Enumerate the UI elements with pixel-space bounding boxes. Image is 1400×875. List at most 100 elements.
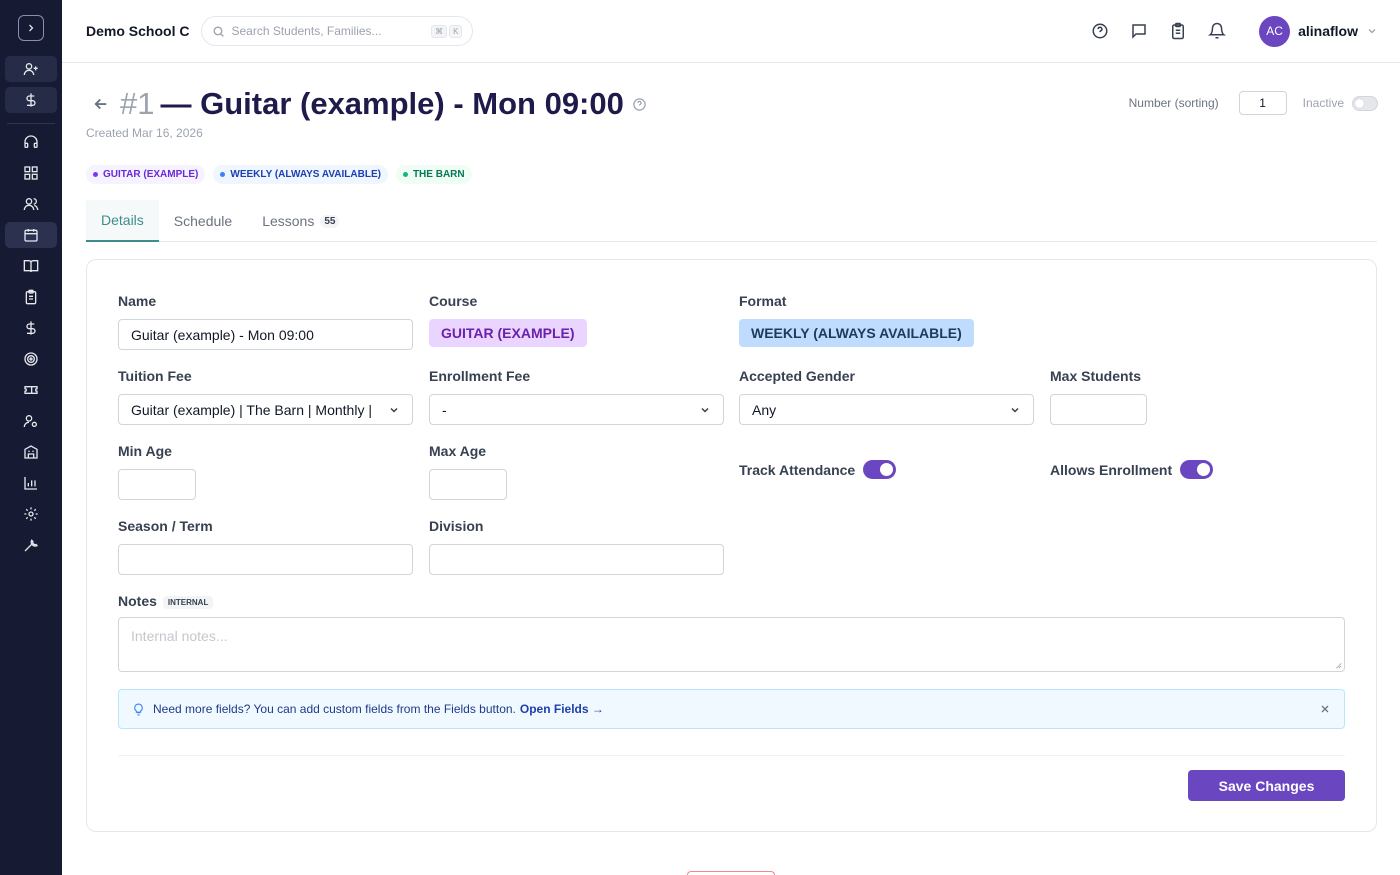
inactive-toggle[interactable] xyxy=(1352,95,1378,111)
max-age-label: Max Age xyxy=(429,443,487,459)
tag-list: GUITAR (EXAMPLE) WEEKLY (ALWAYS AVAILABL… xyxy=(86,165,472,184)
sort-number-input[interactable]: 1 xyxy=(1238,91,1287,115)
location-tag[interactable]: THE BARN xyxy=(395,165,472,184)
accepted-gender-label: Accepted Gender xyxy=(739,368,855,384)
avatar: AC xyxy=(1259,15,1291,47)
lightbulb-icon xyxy=(132,703,145,716)
shortcut-key-cmd: ⌘ xyxy=(431,24,448,38)
chevron-right-icon xyxy=(29,24,34,32)
clipboard-icon[interactable] xyxy=(1169,22,1187,40)
notes-label: Notes INTERNAL xyxy=(118,593,1345,609)
tuition-fee-select[interactable]: Guitar (example) | The Barn | Monthly | xyxy=(118,394,413,425)
school-name: Demo School C xyxy=(86,23,190,39)
dollar-icon xyxy=(26,321,36,335)
tab-schedule[interactable]: Schedule xyxy=(159,200,247,242)
sidebar-item-courses[interactable] xyxy=(5,253,57,279)
sidebar-item-add-student[interactable] xyxy=(5,56,57,82)
bar-chart-icon xyxy=(24,477,37,490)
chevron-down-icon xyxy=(388,404,400,416)
max-students-input[interactable] xyxy=(1050,394,1147,425)
expand-sidebar-button[interactable] xyxy=(18,15,44,41)
user-plus-icon xyxy=(23,62,38,76)
user-name: alinaflow xyxy=(1298,23,1358,39)
bell-icon[interactable] xyxy=(1208,22,1227,40)
back-arrow-icon[interactable] xyxy=(92,95,110,113)
wrench-icon xyxy=(24,539,39,552)
chevron-down-icon xyxy=(1009,404,1021,416)
format-label: Format xyxy=(739,293,787,309)
details-card: Name Guitar (example) - Mon 09:00 Course… xyxy=(86,259,1377,832)
calendar-icon xyxy=(24,229,38,242)
help-icon[interactable] xyxy=(1091,22,1109,40)
grid-icon xyxy=(24,166,38,180)
min-age-input[interactable] xyxy=(118,469,196,500)
sidebar-item-calendar[interactable] xyxy=(5,222,57,248)
page-title: #1 — Guitar (example) - Mon 09:00 xyxy=(120,86,647,122)
delete-button[interactable] xyxy=(687,871,775,875)
user-menu[interactable]: AC alinaflow xyxy=(1259,15,1378,47)
chevron-down-icon xyxy=(699,404,711,416)
tab-lessons[interactable]: Lessons 55 xyxy=(247,200,354,242)
format-tag[interactable]: WEEKLY (ALWAYS AVAILABLE) xyxy=(213,165,388,184)
enrollment-fee-select[interactable]: - xyxy=(429,394,724,425)
dollar-icon xyxy=(26,93,36,107)
close-icon[interactable] xyxy=(1319,703,1331,715)
sidebar-item-tasks[interactable] xyxy=(5,284,57,310)
resize-handle-icon[interactable] xyxy=(1334,661,1342,669)
sidebar-item-locations[interactable] xyxy=(5,439,57,465)
name-label: Name xyxy=(118,293,157,309)
divider xyxy=(118,755,1345,756)
clipboard-icon xyxy=(25,289,37,305)
sidebar-divider xyxy=(7,123,55,124)
season-term-input[interactable] xyxy=(118,544,413,575)
save-button[interactable]: Save Changes xyxy=(1188,770,1345,801)
created-date: Created Mar 16, 2026 xyxy=(86,126,203,140)
search-input[interactable]: Search Students, Families... ⌘ K xyxy=(201,16,474,46)
sidebar-item-reports[interactable] xyxy=(5,470,57,496)
top-bar: Demo School C Search Students, Families.… xyxy=(62,0,1400,63)
messages-icon[interactable] xyxy=(1130,22,1148,40)
division-input[interactable] xyxy=(429,544,724,575)
gear-icon xyxy=(24,507,38,521)
sidebar-item-staff[interactable] xyxy=(5,408,57,434)
shortcut-key-k: K xyxy=(449,24,463,38)
format-badge: WEEKLY (ALWAYS AVAILABLE) xyxy=(739,319,974,347)
class-title: — Guitar (example) - Mon 09:00 xyxy=(160,86,624,121)
tab-details[interactable]: Details xyxy=(86,200,159,242)
track-attendance-toggle[interactable] xyxy=(863,460,897,479)
sidebar-item-goals[interactable] xyxy=(5,346,57,372)
ticket-icon xyxy=(24,386,38,394)
sidebar-item-tickets[interactable] xyxy=(5,377,57,403)
course-tag[interactable]: GUITAR (EXAMPLE) xyxy=(86,165,206,184)
division-label: Division xyxy=(429,518,484,534)
course-badge: GUITAR (EXAMPLE) xyxy=(429,319,587,347)
sidebar-item-billing[interactable] xyxy=(5,315,57,341)
headset-icon xyxy=(24,135,38,148)
sidebar-item-tools[interactable] xyxy=(5,532,57,558)
allows-enrollment-label: Allows Enrollment xyxy=(1050,461,1173,478)
accepted-gender-select[interactable]: Any xyxy=(739,394,1034,425)
allows-enrollment-toggle[interactable] xyxy=(1180,460,1214,479)
min-age-label: Min Age xyxy=(118,443,172,459)
building-icon xyxy=(24,445,38,459)
open-fields-link[interactable]: Open Fields → xyxy=(520,702,604,716)
notes-textarea[interactable]: Internal notes... xyxy=(118,617,1345,672)
tab-bar: Details Schedule Lessons 55 xyxy=(86,200,1377,242)
tuition-fee-label: Tuition Fee xyxy=(118,368,192,384)
sidebar-item-support[interactable] xyxy=(5,129,57,155)
user-cog-icon xyxy=(23,415,37,428)
enrollment-fee-label: Enrollment Fee xyxy=(429,368,531,384)
search-icon xyxy=(213,25,225,37)
sidebar-item-dashboard[interactable] xyxy=(5,160,57,186)
max-age-input[interactable] xyxy=(429,469,507,500)
sidebar-item-settings[interactable] xyxy=(5,501,57,527)
users-icon xyxy=(23,198,39,211)
name-field[interactable]: Guitar (example) - Mon 09:00 xyxy=(118,319,413,350)
lessons-count-badge: 55 xyxy=(320,214,340,228)
help-icon[interactable] xyxy=(632,97,647,112)
sidebar xyxy=(0,0,62,875)
sidebar-item-people[interactable] xyxy=(5,191,57,217)
sidebar-item-payment[interactable] xyxy=(5,87,57,113)
inactive-label: Inactive xyxy=(1302,96,1344,110)
sort-number-label: Number (sorting) xyxy=(1128,96,1219,110)
